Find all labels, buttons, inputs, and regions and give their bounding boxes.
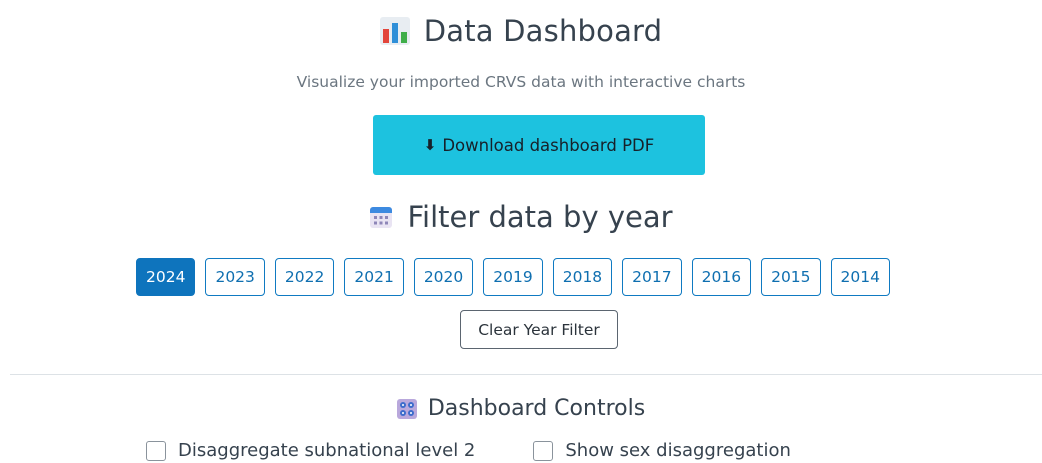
year-button-2017[interactable]: 2017 [622, 258, 682, 296]
year-button-2016[interactable]: 2016 [691, 258, 752, 296]
calendar-icon [369, 205, 393, 229]
bar-chart-icon [379, 17, 410, 45]
year-button-2020[interactable]: 2020 [413, 258, 474, 296]
clear-year-filter-button[interactable]: Clear Year Filter [460, 310, 618, 349]
section-divider [10, 374, 1042, 375]
page-title: Data Dashboard [0, 14, 1042, 48]
year-filter-title-text: Filter data by year [407, 200, 673, 234]
year-button-2023[interactable]: 2023 [205, 258, 265, 296]
download-pdf-button[interactable]: ⬇ Download dashboard PDF [373, 115, 705, 175]
page-subtitle: Visualize your imported CRVS data with i… [296, 73, 746, 91]
checkbox-label: Show sex disaggregation [565, 440, 791, 461]
page-title-text: Data Dashboard [423, 14, 663, 48]
show-sex-disaggregation-checkbox[interactable]: Show sex disaggregation [533, 440, 791, 461]
year-button-2018[interactable]: 2018 [552, 258, 613, 296]
year-button-2014[interactable]: 2014 [830, 258, 890, 296]
dashboard-page: Data Dashboard Visualize your imported C… [0, 0, 1042, 463]
download-arrow-icon: ⬇ [423, 136, 437, 154]
checkbox-label: Disaggregate subnational level 2 [178, 440, 476, 461]
disaggregate-subnational-checkbox[interactable]: Disaggregate subnational level 2 [146, 440, 475, 461]
year-button-2019[interactable]: 2019 [483, 258, 543, 296]
year-button-2021[interactable]: 2021 [344, 258, 404, 296]
year-button-group: 2024 2023 2022 2021 2020 2019 2018 2017 … [136, 258, 890, 296]
year-button-2022[interactable]: 2022 [274, 258, 335, 296]
download-pdf-label: Download dashboard PDF [442, 135, 655, 155]
dashboard-controls-title: Dashboard Controls [0, 396, 1042, 421]
dashboard-controls-checkboxes: Disaggregate subnational level 2 Show se… [146, 440, 849, 461]
year-button-2024[interactable]: 2024 [136, 258, 196, 296]
dashboard-controls-title-text: Dashboard Controls [427, 396, 646, 421]
year-button-2015[interactable]: 2015 [761, 258, 821, 296]
checkbox-box[interactable] [533, 440, 554, 461]
control-knobs-icon [396, 398, 417, 419]
year-filter-title: Filter data by year [0, 200, 1042, 234]
checkbox-box[interactable] [146, 440, 166, 461]
